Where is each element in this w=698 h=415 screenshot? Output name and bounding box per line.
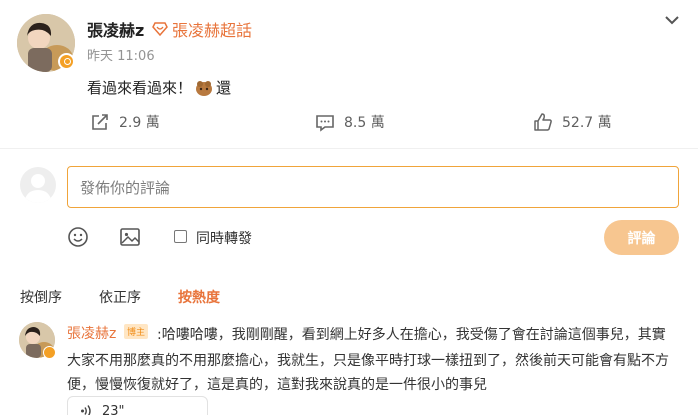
image-icon[interactable] [119, 226, 141, 248]
smiley-icon[interactable] [67, 226, 89, 248]
post-timestamp[interactable]: 昨天 11:06 [87, 45, 155, 64]
like-icon [534, 113, 552, 131]
sort-hot[interactable]: 按熱度 [178, 287, 220, 307]
section-divider [0, 148, 698, 149]
host-badge: 博主 [124, 324, 149, 339]
emoji-in-text [196, 80, 213, 96]
like-count: 52.7 萬 [562, 115, 612, 131]
repost-count: 2.9 萬 [119, 115, 160, 131]
topic-diamond-icon [152, 22, 168, 36]
voice-message[interactable]: 23" [67, 396, 208, 415]
comment-text-continued: 大家不用那麼真的不用那麼擔心，我就生，只是像平時打球一樣扭到了，然後前天可能會有… [67, 353, 669, 393]
current-user-avatar [20, 167, 56, 203]
comment-input[interactable]: 發佈你的評論 [67, 166, 679, 208]
repost-button[interactable]: 2.9 萬 [90, 112, 160, 132]
voice-duration: 23" [102, 403, 125, 415]
repost-checkbox[interactable] [174, 230, 187, 243]
post-author[interactable]: 張凌赫z [87, 17, 144, 41]
repost-checkbox-label[interactable]: 同時轉發 [196, 228, 252, 248]
like-button[interactable]: 52.7 萬 [533, 112, 612, 132]
share-icon [92, 113, 108, 130]
comment-input-placeholder: 發佈你的評論 [80, 178, 171, 197]
comment-count: 8.5 萬 [344, 115, 385, 131]
audio-icon [81, 405, 91, 415]
post-text-after: 還 [216, 79, 232, 97]
comment-button[interactable]: 8.5 萬 [315, 112, 385, 132]
topic-label: 張凌赫超話 [172, 21, 253, 40]
verified-icon [58, 53, 75, 70]
comment-author[interactable]: 張凌赫z [67, 323, 116, 343]
post-body: 看過來看過來！ 還 [87, 77, 231, 98]
post-text-before: 看過來看過來！ [87, 79, 193, 97]
topic-link[interactable]: 張凌赫超話 [152, 17, 252, 41]
submit-comment-button[interactable]: 評論 [604, 220, 679, 255]
sort-chronological[interactable]: 依正序 [99, 287, 141, 307]
comment-verified-icon [43, 346, 56, 359]
comment-text: :哈嘍哈嘍，我剛剛醒，看到網上好多人在擔心，我受傷了會在討論這個事兒，其實 [157, 327, 666, 343]
sort-reverse[interactable]: 按倒序 [20, 287, 62, 307]
comment-icon [316, 114, 334, 132]
chevron-down-icon[interactable] [662, 12, 682, 28]
